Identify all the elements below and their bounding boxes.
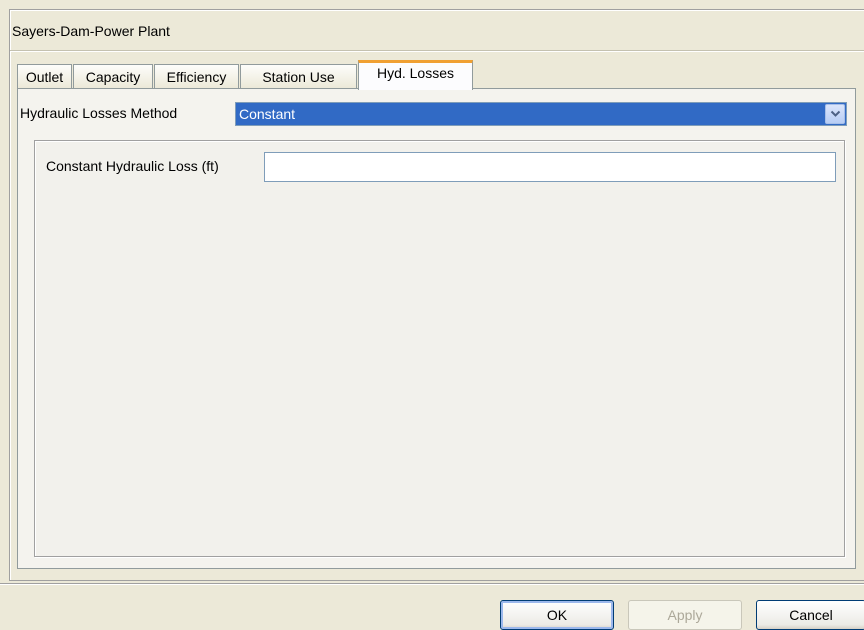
ok-button[interactable]: OK bbox=[500, 600, 614, 630]
cancel-button[interactable]: Cancel bbox=[756, 600, 864, 630]
tab-efficiency[interactable]: Efficiency bbox=[154, 64, 239, 88]
tab-station-use[interactable]: Station Use bbox=[240, 64, 357, 88]
window-title: Sayers-Dam-Power Plant bbox=[12, 23, 170, 39]
tab-hyd-losses[interactable]: Hyd. Losses bbox=[358, 60, 473, 90]
constant-hydraulic-loss-input[interactable] bbox=[264, 152, 836, 182]
button-bar-divider bbox=[0, 583, 864, 585]
method-selected-value: Constant bbox=[239, 106, 296, 122]
chevron-down-icon bbox=[830, 110, 841, 117]
tab-outlet[interactable]: Outlet bbox=[17, 64, 72, 88]
hydraulic-losses-method-label: Hydraulic Losses Method bbox=[20, 105, 178, 121]
constant-loss-panel bbox=[34, 140, 845, 557]
tab-capacity[interactable]: Capacity bbox=[73, 64, 153, 88]
apply-button[interactable]: Apply bbox=[628, 600, 742, 630]
title-divider bbox=[10, 50, 864, 52]
dialog-window: Sayers-Dam-Power Plant Outlet Capacity E… bbox=[0, 0, 864, 630]
hydraulic-losses-method-select[interactable]: Constant bbox=[235, 102, 847, 126]
constant-hydraulic-loss-label: Constant Hydraulic Loss (ft) bbox=[46, 158, 219, 174]
dropdown-button[interactable] bbox=[825, 104, 845, 124]
